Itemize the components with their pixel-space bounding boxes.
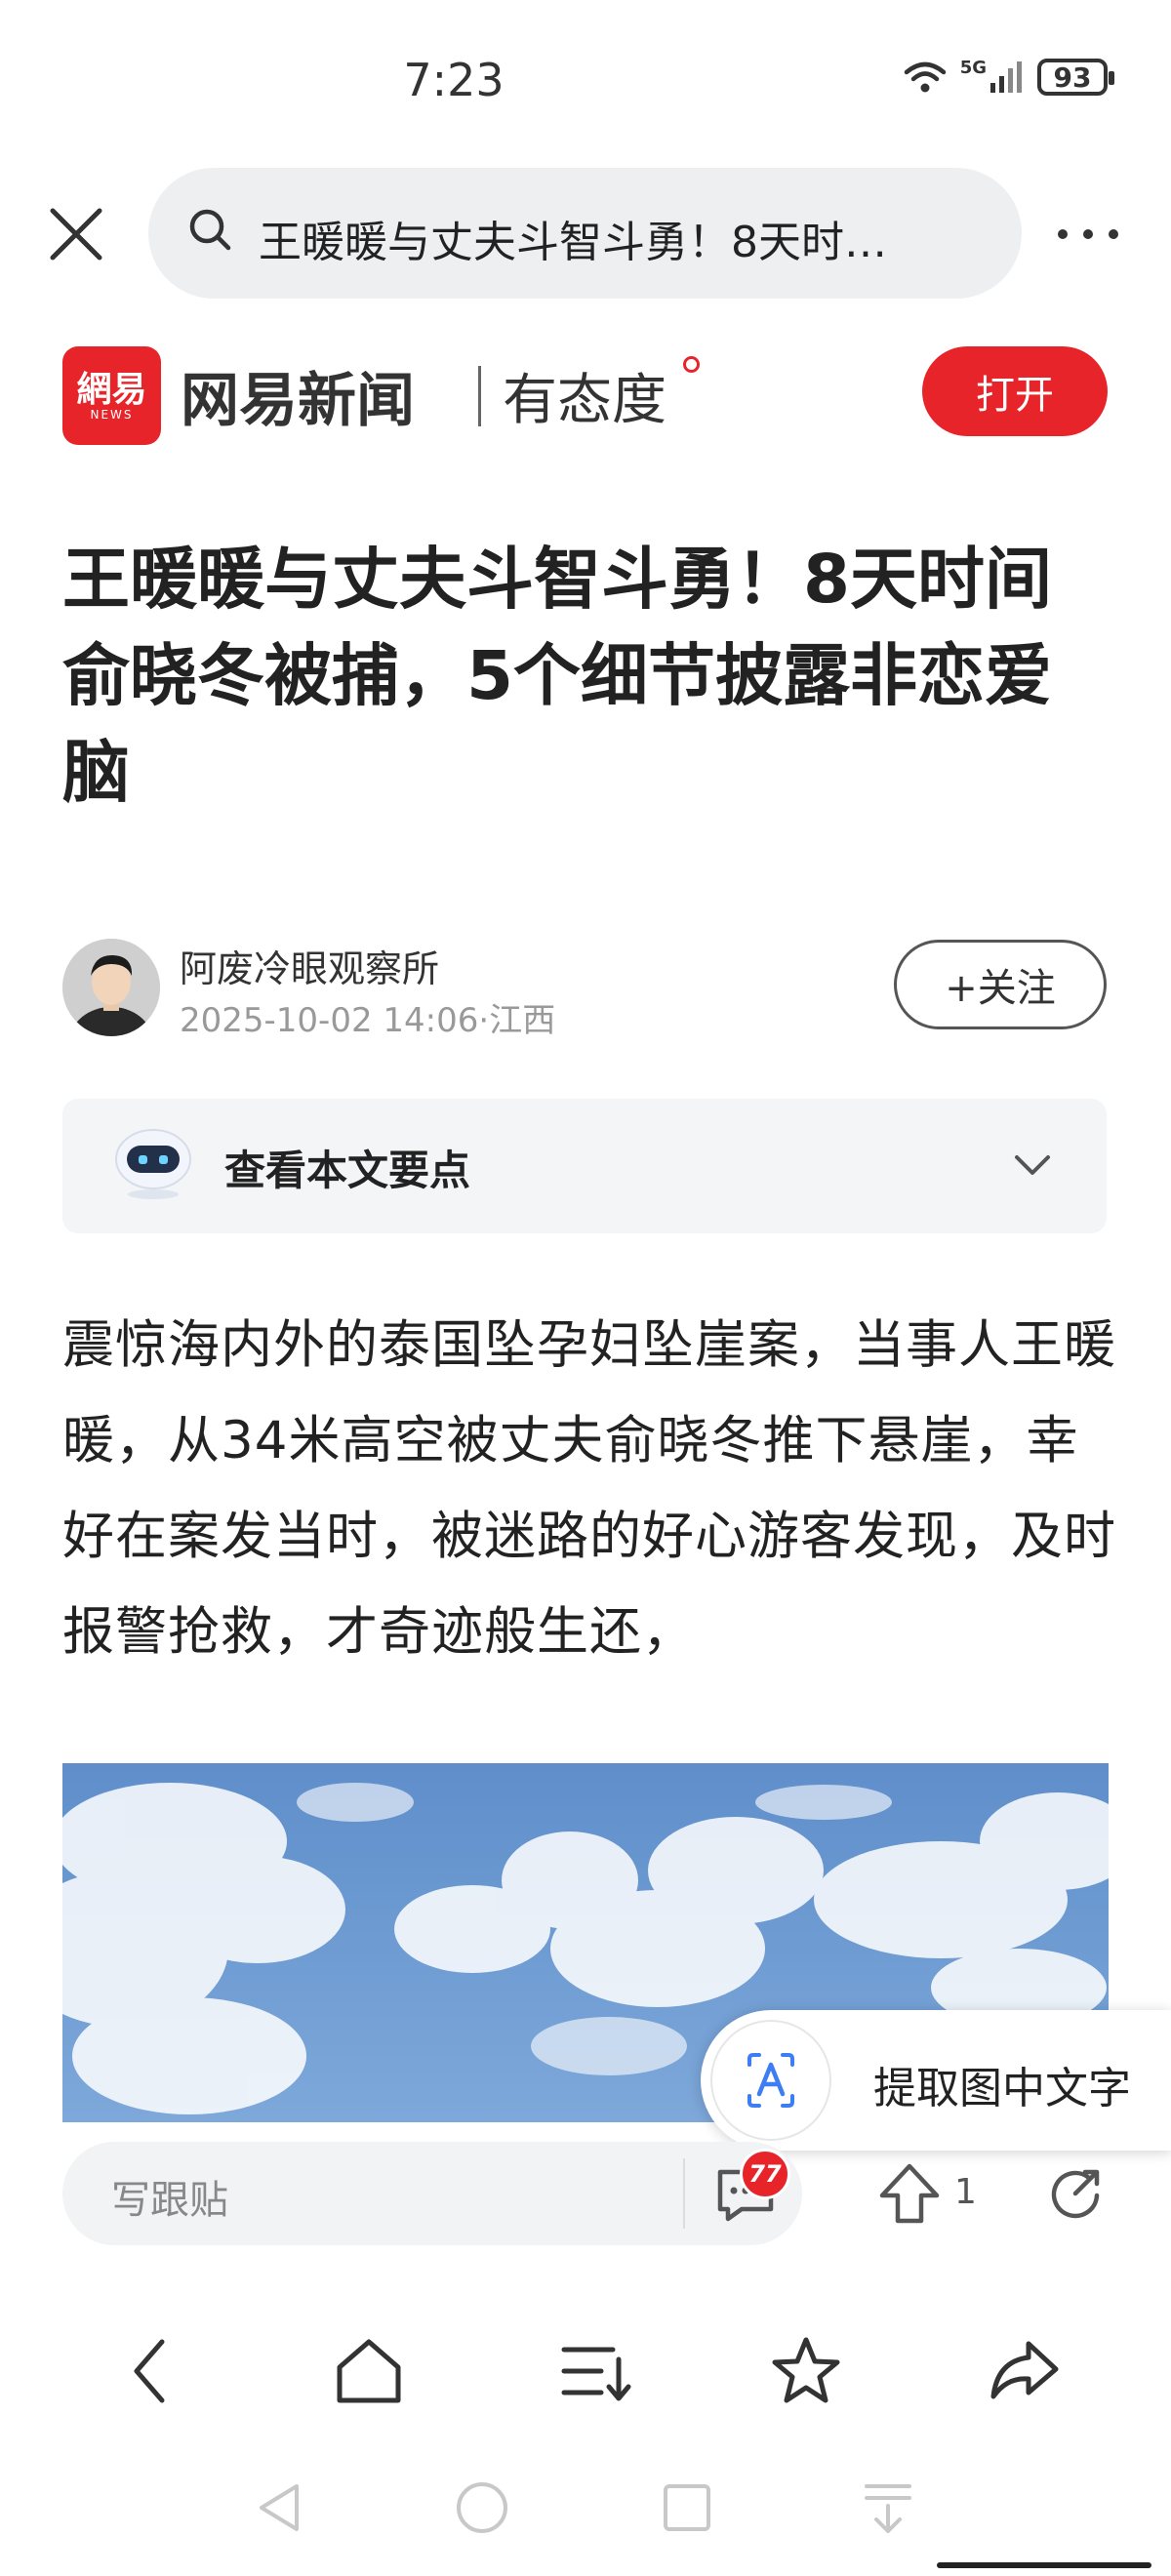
more-icon[interactable] [1049, 200, 1127, 268]
system-dropdown-icon[interactable] [861, 2478, 915, 2537]
avatar[interactable] [62, 939, 160, 1036]
summary-toggle[interactable] [62, 1099, 1107, 1233]
ocr-icon[interactable] [710, 2020, 831, 2141]
star-icon[interactable] [767, 2332, 845, 2410]
app-slogan: 有态度 [503, 369, 666, 432]
status-time: 7:23 [403, 54, 505, 106]
home-indicator [937, 2562, 1151, 2568]
avatar-image [62, 939, 160, 1036]
publish-meta: 2025-10-02 14:06·江西 [180, 1001, 556, 1040]
forward-share-icon[interactable] [986, 2332, 1064, 2410]
tabs-icon[interactable] [558, 2332, 636, 2410]
article-title: 王暖暖与丈夫斗智斗勇！8天时间俞晓冬被捕，5个细节披露非恋爱脑 [62, 541, 1053, 812]
network-type: 5G [959, 57, 987, 78]
signal-icon [990, 61, 1022, 93]
comment-count-badge: 77 [740, 2149, 790, 2199]
battery-indicator: 93 [1037, 59, 1114, 96]
system-home-icon[interactable] [453, 2478, 511, 2537]
comment-divider [683, 2158, 685, 2229]
follow-button[interactable]: +关注 [894, 940, 1107, 1029]
system-back-icon[interactable] [252, 2478, 306, 2537]
status-icons: 5G 93 [904, 57, 1114, 96]
app-divider [478, 366, 481, 426]
back-icon[interactable] [117, 2332, 185, 2410]
author-name[interactable]: 阿废冷眼观察所 [180, 939, 439, 992]
robot-icon [115, 1129, 191, 1199]
app-logo: 網易 NEWS [62, 346, 161, 445]
like-count: 1 [954, 2172, 977, 2212]
search-icon [189, 209, 231, 251]
article-body: 震惊海内外的泰国坠孕妇坠崖案，当事人王暖暖，从34米高空被丈夫俞晓冬推下悬崖，幸… [62, 1315, 1116, 1662]
logo-sub: NEWS [90, 407, 134, 422]
chevron-down-icon [1015, 1155, 1050, 1175]
home-icon[interactable] [330, 2332, 408, 2410]
summary-label: 查看本文要点 [224, 1147, 471, 1194]
like-icon[interactable] [874, 2158, 945, 2229]
wifi-icon [904, 61, 946, 93]
search-query[interactable]: 王暖暖与丈夫斗智斗勇！8天时… [259, 207, 981, 269]
comment-placeholder[interactable]: 写跟贴 [111, 2168, 228, 2225]
slogan-dot [683, 356, 700, 373]
ocr-label[interactable]: 提取图中文字 [873, 2053, 1131, 2115]
close-icon[interactable] [37, 195, 115, 273]
open-app-button[interactable]: 打开 [922, 346, 1108, 436]
system-recents-icon[interactable] [660, 2478, 714, 2537]
share-icon[interactable] [1046, 2164, 1105, 2223]
logo-text: 網易 [76, 368, 147, 410]
app-name: 网易新闻 [181, 367, 415, 435]
